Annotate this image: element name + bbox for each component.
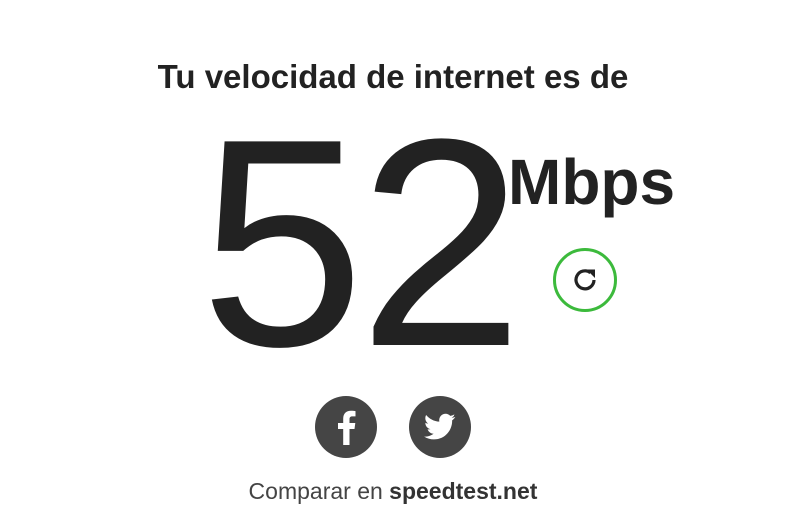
refresh-icon — [574, 269, 596, 291]
refresh-button[interactable] — [553, 248, 617, 312]
speed-test-result-page: Tu velocidad de internet es de 52 Mbps C… — [0, 0, 786, 524]
speed-unit: Mbps — [508, 146, 676, 218]
facebook-icon — [338, 410, 356, 445]
twitter-icon — [424, 413, 456, 440]
compare-line: Comparar en speedtest.net — [0, 478, 786, 505]
speedtest-link[interactable]: speedtest.net — [389, 478, 537, 504]
compare-prefix: Comparar en — [248, 478, 390, 504]
speed-value: 52 — [200, 77, 523, 408]
twitter-share-button[interactable] — [409, 396, 471, 458]
facebook-share-button[interactable] — [315, 396, 377, 458]
